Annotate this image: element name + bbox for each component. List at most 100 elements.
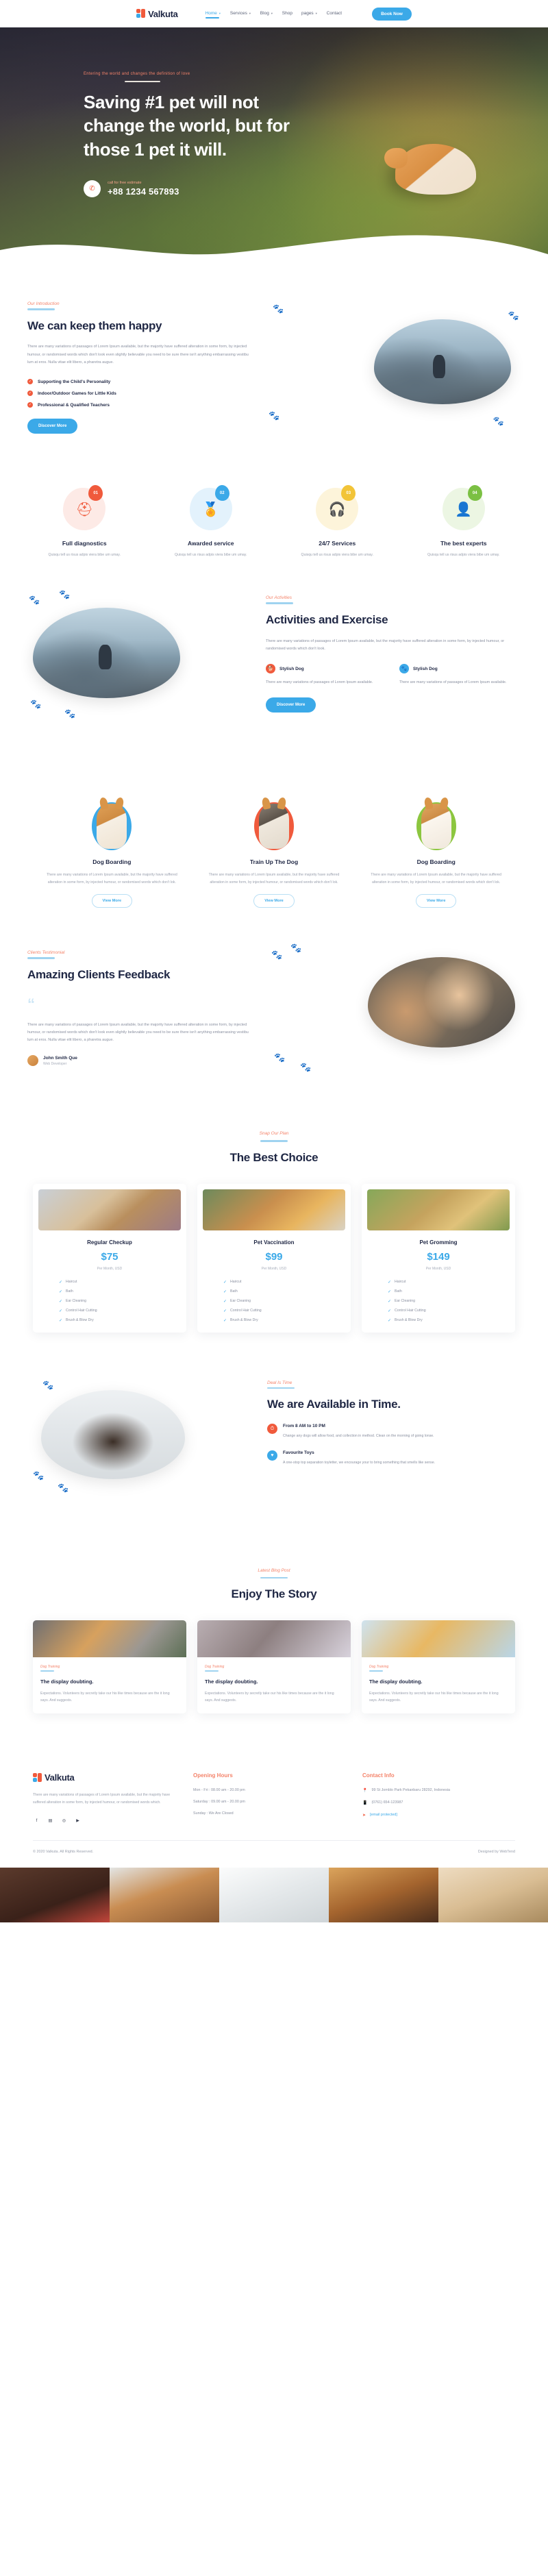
- paw-icon: 🐾: [508, 310, 519, 321]
- blog-post-title[interactable]: The display doubting.: [369, 1679, 508, 1685]
- blog-tag[interactable]: Dog Training: [369, 1665, 508, 1669]
- list-item: ✓ Control Hair Cutting: [223, 1309, 262, 1313]
- feature-label: Haircut: [395, 1280, 406, 1285]
- blog-post-title[interactable]: The display doubting.: [40, 1679, 179, 1685]
- activities-body: There are many variations of passages of…: [266, 639, 505, 652]
- feature-subtitle: Quisqu tell us risus adpis viera bibe um…: [48, 553, 121, 557]
- service-card-dog-boarding-2[interactable]: Dog Boarding There are many variations o…: [361, 791, 511, 908]
- intro-discover-more-button[interactable]: Discover More: [27, 419, 78, 434]
- activity-text: There are many variations of passages of…: [399, 680, 507, 685]
- nav-item-pages[interactable]: pages ▼: [301, 11, 318, 17]
- nav-item-blog[interactable]: Blog ▼: [260, 11, 273, 17]
- blog-tag-underline: [205, 1670, 219, 1672]
- feature-title: The best experts: [440, 540, 487, 547]
- chevron-down-icon: ▼: [248, 11, 251, 15]
- facebook-icon[interactable]: f: [33, 1817, 40, 1824]
- designed-by-text: Designed by WebTend: [477, 1850, 515, 1855]
- availability-item-title: Favourite Toys: [283, 1450, 314, 1456]
- dog-photo: [0, 1868, 110, 1923]
- availability-item-toys: ♥ Favourite Toys A one-stop top separati…: [267, 1450, 521, 1466]
- blog-card-2[interactable]: Dog Training The display doubting. Expec…: [197, 1620, 351, 1714]
- check-icon: ✓: [59, 1299, 63, 1304]
- check-icon: ✓: [223, 1318, 227, 1323]
- list-item: ✓ Supporting the Child's Personality: [27, 379, 253, 385]
- list-item: ✓ Bath: [223, 1289, 238, 1294]
- paw-icon: 🐾: [42, 1379, 54, 1390]
- user-settings-icon: 👤 04: [442, 485, 485, 530]
- site-logo[interactable]: Valkuta: [136, 9, 178, 19]
- nav-item-home[interactable]: Home ▼: [205, 11, 221, 18]
- headset-icon: 🎧 03: [316, 485, 359, 530]
- view-more-button[interactable]: View More: [415, 894, 457, 908]
- copyright-text: © 2020 Valkuta. All Rights Reserved.: [33, 1850, 94, 1855]
- youtube-icon[interactable]: ▶: [74, 1817, 82, 1824]
- nav-item-shop[interactable]: Shop: [282, 11, 292, 17]
- contact-email[interactable]: ➤ [email protected]: [362, 1813, 515, 1818]
- list-item: ✓ Ear Cleaning: [388, 1299, 415, 1304]
- nav-item-services[interactable]: Services ▼: [230, 11, 251, 17]
- view-more-button[interactable]: View More: [91, 894, 133, 908]
- award-ribbon-icon: 🏅 02: [189, 485, 232, 530]
- feature-card-the-best-experts[interactable]: 👤 04 The best experts Quisqu tell us ris…: [403, 485, 525, 558]
- availability-section: 🐾 🐾 🐾 Deal Is Time We are Available in T…: [0, 1333, 548, 1518]
- feedback-eyebrow-underline: [27, 957, 55, 959]
- hero-phone-number[interactable]: +88 1234 567893: [108, 186, 179, 197]
- quote-mark-icon: “: [27, 995, 35, 1013]
- feature-title: Awarded service: [188, 540, 234, 547]
- intro-photo: [374, 319, 511, 404]
- hero-title: Saving #1 pet will not change the world,…: [84, 92, 290, 160]
- feature-card-24-7-services[interactable]: 🎧 03 24/7 Services Quisqu tell us risus …: [276, 485, 399, 558]
- plan-price: $149: [427, 1250, 450, 1263]
- pricing-card-pet-vaccination[interactable]: Pet Vaccination $99 Per Month, USD ✓ Hair…: [197, 1183, 351, 1333]
- feature-card-awarded-service[interactable]: 🏅 02 Awarded service Quisqu tell us risu…: [150, 485, 273, 558]
- blog-image: [362, 1620, 515, 1658]
- hero-phone-block[interactable]: ✆ call for free estimate +88 1234 567893: [84, 179, 548, 197]
- clock-icon: ⏱: [267, 1424, 277, 1435]
- service-card-train-up-the-dog[interactable]: Train Up The Dog There are many variatio…: [199, 791, 349, 908]
- chevron-down-icon: ▼: [314, 11, 318, 15]
- footer-logo[interactable]: Valkuta: [33, 1772, 177, 1783]
- pricing-eyebrow: Snap Our Plan: [259, 1131, 289, 1137]
- contact-phone-text: (0761) 654-123987: [371, 1800, 403, 1805]
- instagram-icon[interactable]: ◎: [60, 1817, 68, 1824]
- feature-card-full-diagnostics[interactable]: ⛑ 01 Full diagnostics Quisqu tell us ris…: [23, 485, 146, 558]
- blog-tag[interactable]: Dog Training: [205, 1665, 343, 1669]
- footer-logo-text: Valkuta: [45, 1772, 75, 1783]
- nav-item-contact[interactable]: Contact: [327, 11, 342, 17]
- activities-discover-more-button[interactable]: Discover More: [266, 697, 316, 713]
- main-navigation: Home ▼ Services ▼ Blog ▼ Shop pages ▼ Co…: [205, 11, 342, 18]
- features-section: ⛑ 01 Full diagnostics Quisqu tell us ris…: [0, 459, 548, 558]
- contact-address: 📍 99 St Jomblo Park Pekanbaru 28292, Ind…: [362, 1788, 515, 1793]
- paper-plane-icon: ➤: [362, 1813, 366, 1818]
- blog-eyebrow-underline: [260, 1576, 288, 1579]
- pricing-card-pet-gromming[interactable]: Pet Gromming $149 Per Month, USD ✓ Haircu…: [362, 1183, 515, 1333]
- plan-feature-list: ✓ Haircut ✓ Bath ✓ Ear Cleaning ✓ Control Ha…: [203, 1280, 345, 1323]
- service-cards-section: Dog Boarding There are many variations o…: [0, 753, 548, 908]
- paw-icon: 🐾: [33, 1470, 45, 1481]
- contact-phone[interactable]: 📱 (0761) 654-123987: [362, 1800, 515, 1805]
- feedback-eyebrow: Clients Testimonial: [27, 950, 65, 956]
- service-card-dog-boarding-1[interactable]: Dog Boarding There are many variations o…: [37, 791, 187, 908]
- service-card-image: [361, 791, 511, 851]
- list-item: ✓ Control Hair Cutting: [59, 1309, 97, 1313]
- intro-bullet-list: ✓ Supporting the Child's Personality ✓ I…: [27, 379, 253, 408]
- plan-period: Per Month, USD: [97, 1266, 123, 1271]
- feedback-title: Amazing Clients Feedback: [27, 967, 171, 981]
- dog-photo: [219, 1868, 329, 1923]
- blog-card-1[interactable]: Dog Training The display doubting. Expec…: [33, 1620, 186, 1714]
- check-icon: ✓: [388, 1318, 392, 1323]
- service-card-text: There are many variations of Lorem Ipsum…: [371, 873, 502, 884]
- blog-tag[interactable]: Dog Training: [40, 1665, 179, 1669]
- activity-item: 🐕 Stylish Dog There are many variations …: [266, 664, 387, 686]
- twitter-icon[interactable]: ▤: [47, 1817, 54, 1824]
- check-icon: ✓: [388, 1309, 392, 1313]
- book-now-button[interactable]: Book Now: [372, 7, 412, 21]
- list-item: ✓ Control Hair Cutting: [388, 1309, 426, 1313]
- pricing-card-regular-checkup[interactable]: Regular Checkup $75 Per Month, USD ✓ Hair…: [33, 1183, 186, 1333]
- blog-card-3[interactable]: Dog Training The display doubting. Expec…: [362, 1620, 515, 1714]
- service-card-title: Dog Boarding: [92, 858, 132, 866]
- author-name: John Smith Que: [43, 1055, 77, 1061]
- view-more-button[interactable]: View More: [253, 894, 295, 908]
- blog-post-title[interactable]: The display doubting.: [205, 1679, 343, 1685]
- paw-icon: 🐾: [64, 708, 76, 719]
